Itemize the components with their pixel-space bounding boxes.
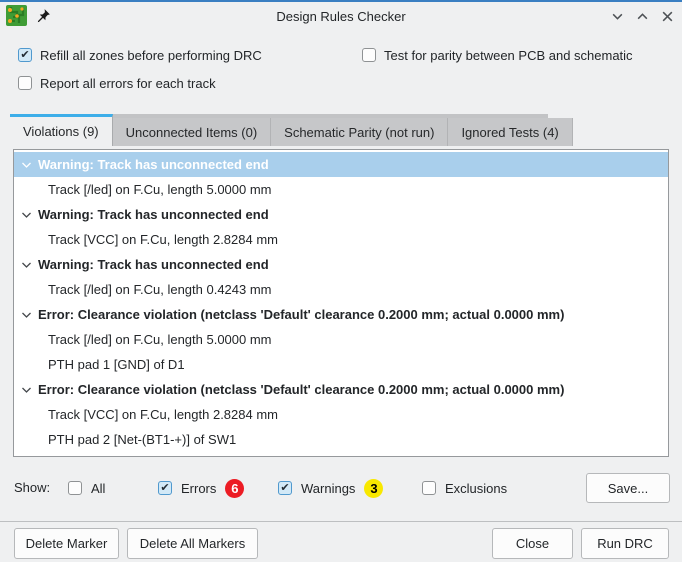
- parity-test-checkbox[interactable]: Test for parity between PCB and schemati…: [362, 47, 633, 63]
- chevron-down-icon[interactable]: [21, 311, 32, 319]
- violation-row[interactable]: Warning: Track has unconnected end: [14, 252, 668, 277]
- violation-row[interactable]: Warning: Track has unconnected end: [14, 202, 668, 227]
- checkbox-box[interactable]: [18, 76, 32, 90]
- count-badge: 3: [364, 479, 383, 498]
- violation-row[interactable]: Track [VCC] on F.Cu, length 2.8284 mm: [14, 227, 668, 252]
- violation-text: Error: Clearance violation (netclass 'De…: [38, 382, 564, 397]
- filter-row: Show: All Errors 6 Warnings 3 Exclusions: [0, 472, 682, 504]
- violation-row[interactable]: Warning: Track has unconnected end: [14, 152, 668, 177]
- close-button[interactable]: Close: [492, 528, 573, 559]
- titlebar: Design Rules Checker: [0, 2, 682, 30]
- violation-row[interactable]: Error: Clearance violation (netclass 'De…: [14, 377, 668, 402]
- tab-ignored-tests-4[interactable]: Ignored Tests (4): [448, 118, 572, 146]
- violation-text: Warning: Track has unconnected end: [38, 257, 269, 272]
- filter-checkbox-errors[interactable]: Errors 6: [158, 472, 244, 504]
- checkbox-box[interactable]: [362, 48, 376, 62]
- violation-text: Error: Clearance violation (netclass 'De…: [38, 307, 564, 322]
- checkbox-box[interactable]: [278, 481, 292, 495]
- checkbox-label: Refill all zones before performing DRC: [40, 48, 262, 63]
- violation-text: PTH pad 2 [Net-(BT1-+)] of SW1: [48, 432, 236, 447]
- violation-row[interactable]: Track [/led] on F.Cu, length 0.4243 mm: [14, 277, 668, 302]
- chevron-down-icon[interactable]: [21, 211, 32, 219]
- violation-row[interactable]: Error: Clearance violation (netclass 'De…: [14, 302, 668, 327]
- refill-zones-checkbox[interactable]: Refill all zones before performing DRC: [18, 47, 262, 63]
- violation-text: Track [VCC] on F.Cu, length 2.8284 mm: [48, 232, 278, 247]
- violation-text: PTH pad 1 [GND] of D1: [48, 357, 185, 372]
- checkbox-box[interactable]: [422, 481, 436, 495]
- filter-checkbox-all[interactable]: All: [68, 472, 105, 504]
- violation-row[interactable]: Error: Clearance violation (netclass 'De…: [14, 452, 668, 457]
- delete-marker-button[interactable]: Delete Marker: [14, 528, 119, 559]
- violation-text: Warning: Track has unconnected end: [38, 207, 269, 222]
- filter-checkbox-exclusions[interactable]: Exclusions: [422, 472, 507, 504]
- checkbox-label: Exclusions: [445, 481, 507, 496]
- violation-text: Track [VCC] on F.Cu, length 2.8284 mm: [48, 407, 278, 422]
- checkbox-label: Report all errors for each track: [40, 76, 216, 91]
- tab-bar: Violations (9)Unconnected Items (0)Schem…: [10, 114, 548, 146]
- footer-divider: [0, 521, 682, 522]
- report-all-errors-checkbox[interactable]: Report all errors for each track: [18, 75, 216, 91]
- checkbox-box[interactable]: [158, 481, 172, 495]
- tab-unconnected-items-0[interactable]: Unconnected Items (0): [113, 118, 272, 146]
- violation-text: Track [/led] on F.Cu, length 5.0000 mm: [48, 182, 272, 197]
- chevron-down-icon[interactable]: [21, 161, 32, 169]
- checkbox-label: Errors: [181, 481, 216, 496]
- chevron-down-icon[interactable]: [21, 386, 32, 394]
- filter-checkbox-warnings[interactable]: Warnings 3: [278, 472, 383, 504]
- checkbox-box[interactable]: [18, 48, 32, 62]
- tab-violations-9[interactable]: Violations (9): [10, 114, 113, 146]
- count-badge: 6: [225, 479, 244, 498]
- violation-text: Track [/led] on F.Cu, length 0.4243 mm: [48, 282, 272, 297]
- checkbox-label: Test for parity between PCB and schemati…: [384, 48, 633, 63]
- violation-text: Warning: Track has unconnected end: [38, 157, 269, 172]
- violation-row[interactable]: Track [/led] on F.Cu, length 5.0000 mm: [14, 327, 668, 352]
- chevron-down-icon[interactable]: [21, 261, 32, 269]
- violation-row[interactable]: PTH pad 1 [GND] of D1: [14, 352, 668, 377]
- delete-all-markers-button[interactable]: Delete All Markers: [127, 528, 258, 559]
- checkbox-label: Warnings: [301, 481, 355, 496]
- tab-schematic-parity-not-run[interactable]: Schematic Parity (not run): [271, 118, 448, 146]
- unshade-icon[interactable]: [636, 10, 649, 23]
- violation-row[interactable]: Track [/led] on F.Cu, length 5.0000 mm: [14, 177, 668, 202]
- shade-icon[interactable]: [611, 10, 624, 23]
- close-icon[interactable]: [661, 10, 674, 23]
- violations-list: Warning: Track has unconnected end Track…: [13, 149, 669, 457]
- drc-dialog: Design Rules Checker Refill all zones be…: [0, 0, 682, 562]
- save-button[interactable]: Save...: [586, 473, 670, 503]
- run-drc-button[interactable]: Run DRC: [581, 528, 669, 559]
- window-title: Design Rules Checker: [0, 2, 682, 30]
- window-controls: [611, 2, 674, 30]
- checkbox-box[interactable]: [68, 481, 82, 495]
- show-label: Show:: [14, 472, 50, 504]
- violation-text: Track [/led] on F.Cu, length 5.0000 mm: [48, 332, 272, 347]
- checkbox-label: All: [91, 481, 105, 496]
- violation-row[interactable]: PTH pad 2 [Net-(BT1-+)] of SW1: [14, 427, 668, 452]
- violation-row[interactable]: Track [VCC] on F.Cu, length 2.8284 mm: [14, 402, 668, 427]
